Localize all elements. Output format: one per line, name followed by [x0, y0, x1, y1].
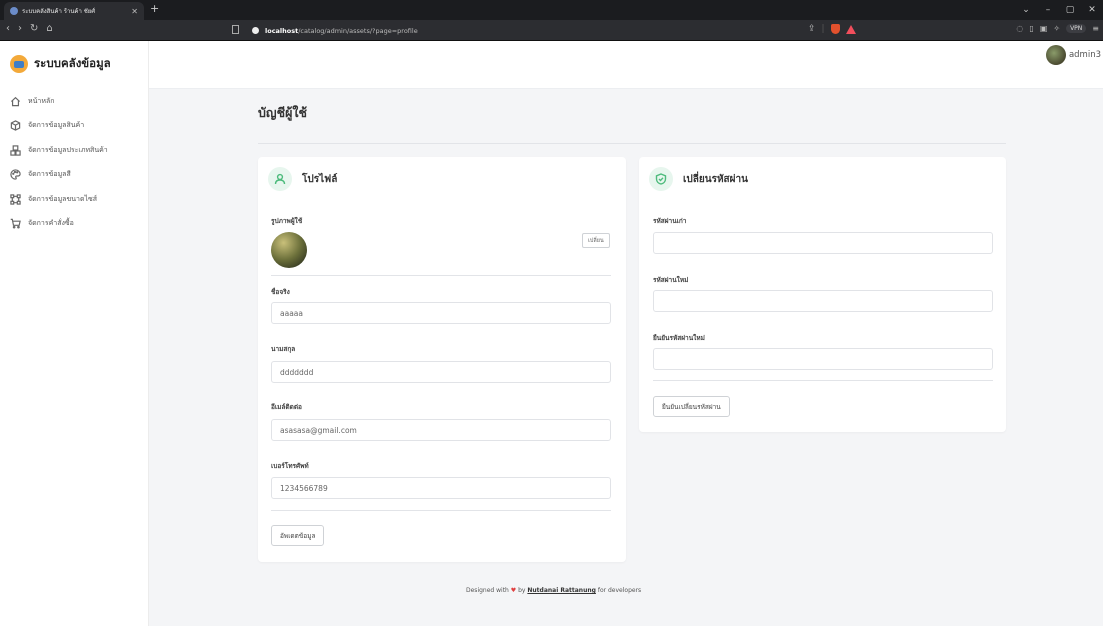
url-host: localhost [265, 26, 299, 35]
tab-search-icon[interactable]: ⌄ [1015, 5, 1037, 15]
confirm-password-field[interactable] [653, 348, 993, 370]
user-menu[interactable]: admin3 [1045, 45, 1101, 65]
phone-label: เบอร์โทรศัพท์ [271, 462, 309, 470]
topbar: admin3 [149, 41, 1103, 89]
menu-icon[interactable]: ≡ [1092, 24, 1099, 33]
close-window-icon[interactable]: ✕ [1081, 5, 1103, 15]
footer: Designed with ♥ by Nutdanai Rattanung fo… [466, 587, 641, 594]
brave-shield-icon[interactable] [830, 24, 840, 34]
reload-icon[interactable]: ↻ [30, 23, 38, 34]
old-password-label: รหัสผ่านเก่า [653, 217, 687, 225]
nav-buttons: ‹ › ↻ ⌂ [6, 23, 53, 34]
sidebar-toggle-icon[interactable]: ▯ [1029, 24, 1033, 33]
sidebar-item-label: จัดการข้อมูลสี [28, 170, 71, 179]
phone-field[interactable] [271, 477, 611, 499]
browser-tab[interactable]: ระบบคลังสินค้า ร้านค้า ชัยศ์ ✕ [4, 2, 144, 20]
url-path: /catalog/admin/assets/?page=profile [298, 26, 418, 35]
cart-icon [8, 217, 22, 231]
favicon-icon [10, 7, 18, 15]
size-icon [8, 192, 22, 206]
brand-name: ระบบคลังข้อมูล [34, 56, 111, 70]
minimize-icon[interactable]: – [1037, 5, 1059, 15]
first-name-label: ชื่อจริง [271, 288, 290, 296]
heart-icon: ♥ [510, 587, 517, 594]
extensions-icon[interactable]: ◌ [1016, 24, 1023, 33]
sidebar-item-label: หน้าหลัก [28, 96, 55, 105]
update-profile-button[interactable]: อัพเดตข้อมูล [271, 525, 325, 546]
window-controls: ⌄ – ▢ ✕ [1015, 0, 1103, 20]
url-field[interactable]: localhost/catalog/admin/assets/?page=pro… [252, 23, 872, 38]
password-card-title: เปลี่ยนรหัสผ่าน [683, 173, 748, 185]
profile-avatar [271, 232, 307, 268]
change-avatar-button[interactable]: เปลี่ยน [582, 233, 610, 248]
boxes-icon [8, 143, 22, 157]
sidebar-item-orders[interactable]: จัดการคำสั่งซื้อ [0, 212, 148, 237]
sidebar-item-categories[interactable]: จัดการข้อมูลประเภทสินค้า [0, 138, 148, 163]
confirm-password-label: ยืนยันรหัสผ่านใหม่ [653, 334, 705, 342]
brand-logo-icon [10, 55, 28, 73]
page-title: บัญชีผู้ใช้ [258, 105, 307, 120]
bookmark-icon[interactable] [232, 25, 239, 34]
browser-tabbar: ระบบคลังสินค้า ร้านค้า ชัยศ์ ✕ + ⌄ – ▢ ✕ [0, 0, 1103, 20]
shield-check-icon [649, 167, 673, 191]
old-password-field[interactable] [653, 232, 993, 254]
new-password-field[interactable] [653, 290, 993, 312]
footer-suffix: for developers [597, 587, 642, 594]
box-icon [8, 119, 22, 133]
avatar [1045, 45, 1066, 65]
email-label: อีเมล์ติดต่อ [271, 403, 302, 411]
footer-prefix: Designed with [466, 587, 509, 594]
sidebar-item-label: จัดการข้อมูลประเภทสินค้า [28, 145, 108, 154]
author-link[interactable]: Nutdanai Rattanung [527, 587, 596, 594]
new-password-label: รหัสผ่านใหม่ [653, 276, 689, 284]
home-browser-icon[interactable]: ⌂ [46, 23, 52, 34]
sidebar-item-label: จัดการข้อมูลสินค้า [28, 121, 85, 130]
extensions: ⇪ | [808, 24, 856, 34]
brave-rewards-icon[interactable] [845, 24, 856, 34]
profile-card-header: โปรไฟล์ [268, 167, 626, 191]
close-tab-icon[interactable]: ✕ [131, 7, 138, 16]
vpn-button[interactable]: VPN [1066, 24, 1087, 33]
sidebar-item-colors[interactable]: จัดการข้อมูลสี [0, 163, 148, 188]
wallet-icon[interactable]: ▣ [1040, 24, 1048, 33]
email-field[interactable] [271, 419, 611, 441]
user-icon [268, 167, 292, 191]
change-password-button[interactable]: ยืนยันเปลี่ยนรหัสผ่าน [653, 396, 730, 417]
share-icon[interactable]: ⇪ [808, 24, 816, 34]
last-name-label: นามสกุล [271, 345, 296, 353]
profile-card: โปรไฟล์ [258, 157, 626, 562]
home-icon [8, 94, 22, 108]
palette-icon [8, 168, 22, 182]
last-name-field[interactable] [271, 361, 611, 383]
toolbar-right: ◌ ▯ ▣ ✧ VPN ≡ [1016, 24, 1099, 33]
divider [271, 275, 611, 276]
leo-icon[interactable]: ✧ [1053, 24, 1060, 33]
profile-card-title: โปรไฟล์ [302, 173, 338, 185]
sidebar-menu: หน้าหลัก จัดการข้อมูลสินค้า จัดการข้อมูล… [0, 89, 148, 236]
back-icon[interactable]: ‹ [6, 23, 10, 34]
username: admin3 [1068, 50, 1101, 60]
brand[interactable]: ระบบคลังข้อมูล [0, 41, 148, 85]
maximize-icon[interactable]: ▢ [1059, 5, 1081, 15]
divider [258, 143, 1006, 144]
divider [653, 380, 993, 381]
divider [271, 510, 611, 511]
sidebar-item-products[interactable]: จัดการข้อมูลสินค้า [0, 114, 148, 139]
password-card-header: เปลี่ยนรหัสผ่าน [649, 167, 1006, 191]
first-name-field[interactable] [271, 302, 611, 324]
sidebar-item-sizes[interactable]: จัดการข้อมูลขนาดไซส์ [0, 187, 148, 212]
footer-by: by [518, 587, 526, 594]
browser-address-bar: ‹ › ↻ ⌂ localhost/catalog/admin/assets/?… [0, 20, 1103, 41]
sidebar-item-home[interactable]: หน้าหลัก [0, 89, 148, 114]
sidebar: ระบบคลังข้อมูล หน้าหลัก จัดการข้อมูลสินค… [0, 41, 149, 626]
new-tab-button[interactable]: + [150, 2, 159, 15]
site-info-icon[interactable] [252, 27, 259, 34]
avatar-label: รูปภาพผู้ใช้ [271, 217, 303, 225]
forward-icon[interactable]: › [18, 23, 22, 34]
sidebar-item-label: จัดการคำสั่งซื้อ [28, 219, 74, 228]
tab-title: ระบบคลังสินค้า ร้านค้า ชัยศ์ [22, 8, 96, 15]
sidebar-item-label: จัดการข้อมูลขนาดไซส์ [28, 194, 98, 203]
